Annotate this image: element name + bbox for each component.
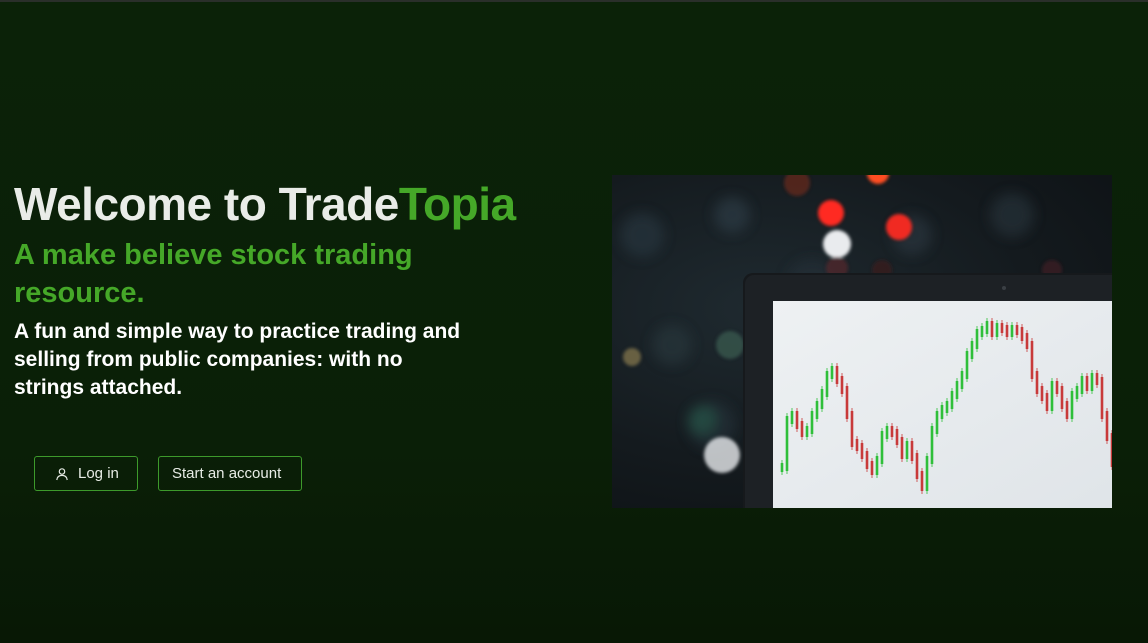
hero-image <box>612 175 1112 508</box>
candle-body <box>825 371 829 397</box>
candle-body <box>1025 333 1029 349</box>
candle-body <box>1000 323 1004 333</box>
candle-body <box>1110 433 1112 467</box>
candle-body <box>955 381 959 399</box>
candle-body <box>945 401 949 413</box>
candle-body <box>965 351 969 379</box>
login-button[interactable]: Log in <box>34 456 138 491</box>
candle-body <box>920 471 924 491</box>
candle-body <box>930 426 934 464</box>
candle-body <box>790 411 794 424</box>
candle-body <box>845 386 849 419</box>
title-accent: Topia <box>398 178 516 230</box>
candle-body <box>890 426 894 437</box>
candle-body <box>1070 391 1074 419</box>
candle-body <box>995 323 999 337</box>
title-prefix: Welcome to Trade <box>14 178 399 230</box>
candle-body <box>835 366 839 384</box>
candle-body <box>875 456 879 475</box>
candle-body <box>900 437 904 459</box>
candle-body <box>1020 327 1024 341</box>
hero-section: Welcome to TradeTopia A make believe sto… <box>14 176 554 402</box>
candle-body <box>1085 376 1089 391</box>
candle-body <box>990 321 994 337</box>
candle-body <box>870 461 874 475</box>
candle-body <box>880 431 884 464</box>
candle-body <box>1105 411 1109 441</box>
candle-body <box>1090 373 1094 391</box>
candle-body <box>850 411 854 447</box>
candle-body <box>1045 393 1049 411</box>
candle-body <box>970 341 974 359</box>
candle-body <box>780 463 784 472</box>
candle-body <box>1010 325 1014 337</box>
start-account-button[interactable]: Start an account <box>158 456 302 491</box>
candle-body <box>1035 371 1039 394</box>
hero-subtitle: A make believe stock trading resource. <box>14 239 413 309</box>
candle-body <box>1055 381 1059 394</box>
page-title: Welcome to TradeTopia <box>14 176 554 232</box>
candle-body <box>1030 341 1034 379</box>
candle-body <box>810 411 814 434</box>
hero-description: A fun and simple way to practice trading… <box>14 320 461 399</box>
candle-body <box>815 401 819 419</box>
candle-body <box>1100 377 1104 419</box>
candle-body <box>865 451 869 469</box>
candle-body <box>830 366 834 379</box>
candle-body <box>1060 386 1064 409</box>
candle-body <box>1095 373 1099 385</box>
candle-body <box>925 456 929 491</box>
candle-body <box>980 326 984 337</box>
candle-body <box>1050 381 1054 411</box>
candle-body <box>985 321 989 334</box>
candle-body <box>820 389 824 409</box>
candle-body <box>960 371 964 389</box>
candle-body <box>940 405 944 419</box>
cta-buttons: Log in Start an account <box>34 456 302 491</box>
candle-body <box>785 416 789 471</box>
candle-body <box>935 411 939 434</box>
candle-body <box>805 426 809 437</box>
candle-body <box>1005 325 1009 337</box>
candle-body <box>1015 325 1019 335</box>
candle-body <box>855 439 859 451</box>
login-label: Log in <box>78 465 119 482</box>
candle-body <box>1080 376 1084 394</box>
candle-body <box>800 421 804 437</box>
candle-body <box>1065 401 1069 419</box>
candle-body <box>1040 386 1044 401</box>
candle-body <box>950 391 954 409</box>
candle-body <box>905 441 909 459</box>
user-icon <box>55 467 69 481</box>
candle-body <box>915 453 919 479</box>
stock-chart-photo <box>620 175 1112 508</box>
candle-body <box>975 329 979 349</box>
candle-body <box>860 443 864 459</box>
candle-body <box>840 376 844 394</box>
candle-body <box>1075 386 1079 399</box>
candle-body <box>795 411 799 429</box>
top-border <box>0 0 1148 2</box>
candle-body <box>910 441 914 461</box>
candle-body <box>895 429 899 445</box>
candle-body <box>885 426 889 439</box>
